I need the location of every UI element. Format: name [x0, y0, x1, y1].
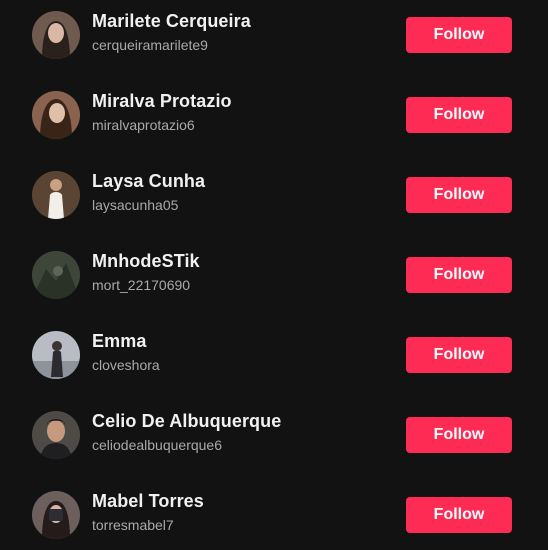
user-display-name[interactable]: Emma: [92, 331, 146, 352]
avatar[interactable]: [32, 171, 80, 219]
user-handle[interactable]: torresmabel7: [92, 517, 174, 533]
follow-button[interactable]: Follow: [406, 97, 512, 133]
follow-button[interactable]: Follow: [406, 337, 512, 373]
list-item: Mabel Torres torresmabel7 Follow: [0, 480, 548, 550]
user-handle[interactable]: miralvaprotazio6: [92, 117, 195, 133]
avatar-image: [32, 171, 80, 219]
avatar-image: [32, 251, 80, 299]
user-display-name[interactable]: Miralva Protazio: [92, 91, 232, 112]
avatar[interactable]: [32, 251, 80, 299]
user-handle[interactable]: laysacunha05: [92, 197, 178, 213]
list-item: Celio De Albuquerque celiodealbuquerque6…: [0, 400, 548, 480]
avatar[interactable]: [32, 411, 80, 459]
user-handle[interactable]: cerqueiramarilete9: [92, 37, 208, 53]
avatar[interactable]: [32, 331, 80, 379]
follow-button[interactable]: Follow: [406, 497, 512, 533]
user-display-name[interactable]: Laysa Cunha: [92, 171, 205, 192]
list-item: Marilete Cerqueira cerqueiramarilete9 Fo…: [0, 0, 548, 80]
follow-button[interactable]: Follow: [406, 177, 512, 213]
avatar-image: [32, 91, 80, 139]
list-item: MnhodeSTik mort_22170690 Follow: [0, 240, 548, 320]
follow-button[interactable]: Follow: [406, 257, 512, 293]
list-item: Laysa Cunha laysacunha05 Follow: [0, 160, 548, 240]
avatar[interactable]: [32, 91, 80, 139]
follow-button[interactable]: Follow: [406, 417, 512, 453]
avatar-image: [32, 491, 80, 539]
follow-button[interactable]: Follow: [406, 17, 512, 53]
avatar[interactable]: [32, 491, 80, 539]
avatar-image: [32, 411, 80, 459]
avatar-image: [32, 331, 80, 379]
user-display-name[interactable]: Marilete Cerqueira: [92, 11, 251, 32]
avatar-image: [32, 11, 80, 59]
user-handle[interactable]: mort_22170690: [92, 277, 190, 293]
list-item: Emma cloveshora Follow: [0, 320, 548, 400]
suggested-accounts-list: Marilete Cerqueira cerqueiramarilete9 Fo…: [0, 0, 548, 550]
user-display-name[interactable]: Mabel Torres: [92, 491, 204, 512]
list-item: Miralva Protazio miralvaprotazio6 Follow: [0, 80, 548, 160]
user-handle[interactable]: celiodealbuquerque6: [92, 437, 222, 453]
user-display-name[interactable]: Celio De Albuquerque: [92, 411, 281, 432]
avatar[interactable]: [32, 11, 80, 59]
user-handle[interactable]: cloveshora: [92, 357, 160, 373]
user-display-name[interactable]: MnhodeSTik: [92, 251, 200, 272]
